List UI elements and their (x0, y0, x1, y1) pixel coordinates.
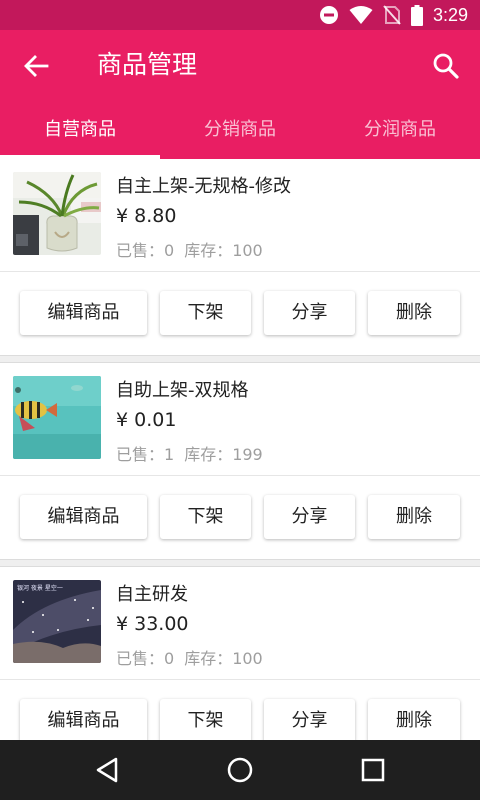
share-button[interactable]: 分享 (264, 495, 355, 539)
tab-distribution[interactable]: 分销商品 (160, 100, 320, 159)
share-button[interactable]: 分享 (264, 699, 355, 740)
sold-count: 已售：0 (116, 649, 175, 668)
product-info[interactable]: 自助上架-双规格 ¥ 0.01 已售：1 库存：199 (0, 363, 480, 476)
product-thumbnail (13, 376, 101, 459)
product-stats: 已售：0 库存：100 (116, 237, 263, 261)
product-actions: 编辑商品 下架 分享 删除 (0, 680, 480, 740)
back-button[interactable] (20, 50, 52, 82)
product-list[interactable]: 自主上架-无规格-修改 ¥ 8.80 已售：0 库存：100 编辑商品 下架 分享… (0, 159, 480, 740)
fish-photo (13, 376, 101, 459)
product-actions: 编辑商品 下架 分享 删除 (0, 272, 480, 355)
product-name: 自主研发 (116, 584, 188, 605)
delete-button[interactable]: 删除 (368, 495, 460, 539)
product-info[interactable]: 自主上架-无规格-修改 ¥ 8.80 已售：0 库存：100 (0, 159, 480, 272)
product-name: 自助上架-双规格 (116, 380, 249, 401)
recents-square-icon (361, 758, 385, 782)
delete-button[interactable]: 删除 (368, 699, 460, 740)
stock-count: 库存：100 (184, 649, 263, 668)
plant-photo (13, 172, 101, 255)
product-name: 自主上架-无规格-修改 (116, 176, 291, 197)
stock-count: 库存：199 (184, 445, 263, 464)
app-bar: 商品管理 (0, 30, 480, 100)
tab-bar: 自营商品 分销商品 分润商品 (0, 100, 480, 159)
system-nav-bar (0, 740, 480, 800)
unlist-button[interactable]: 下架 (160, 495, 251, 539)
status-time: 3:29 (432, 4, 468, 25)
product-thumbnail: 银河 夜景 星空一 (13, 580, 101, 663)
product-price: ¥ 33.00 (116, 613, 189, 635)
product-thumbnail (13, 172, 101, 255)
stock-count: 库存：100 (184, 241, 263, 260)
product-card: 自主上架-无规格-修改 ¥ 8.80 已售：0 库存：100 编辑商品 下架 分享… (0, 159, 480, 356)
product-price: ¥ 0.01 (116, 409, 177, 431)
arrow-left-icon (24, 55, 49, 77)
back-triangle-icon (96, 757, 118, 783)
edit-product-button[interactable]: 编辑商品 (20, 291, 147, 335)
edit-product-button[interactable]: 编辑商品 (20, 495, 147, 539)
thumb-caption: 银河 夜景 星空一 (17, 584, 63, 592)
unlist-button[interactable]: 下架 (160, 699, 251, 740)
battery-icon (410, 4, 423, 26)
product-stats: 已售：0 库存：100 (116, 645, 263, 669)
nav-recents-button[interactable] (356, 754, 390, 786)
share-button[interactable]: 分享 (264, 291, 355, 335)
nav-home-button[interactable] (223, 754, 257, 786)
delete-button[interactable]: 删除 (368, 291, 460, 335)
search-button[interactable] (430, 50, 462, 82)
product-card: 自助上架-双规格 ¥ 0.01 已售：1 库存：199 编辑商品 下架 分享 删除 (0, 362, 480, 560)
nav-back-button[interactable] (91, 754, 125, 786)
do-not-disturb-icon (319, 6, 338, 24)
no-sim-icon (383, 5, 401, 25)
status-icons: 3:29 (319, 0, 468, 30)
tab-profit-share[interactable]: 分润商品 (320, 100, 480, 159)
product-stats: 已售：1 库存：199 (116, 441, 263, 465)
tab-self-operated[interactable]: 自营商品 (0, 100, 160, 159)
search-icon (433, 53, 459, 79)
sold-count: 已售：0 (116, 241, 175, 260)
edit-product-button[interactable]: 编辑商品 (20, 699, 147, 740)
wifi-icon (349, 6, 373, 24)
product-actions: 编辑商品 下架 分享 删除 (0, 476, 480, 559)
sold-count: 已售：1 (116, 445, 175, 464)
product-price: ¥ 8.80 (116, 205, 177, 227)
unlist-button[interactable]: 下架 (160, 291, 251, 335)
status-bar: 3:29 (0, 0, 480, 30)
page-title: 商品管理 (97, 51, 198, 79)
product-card: 银河 夜景 星空一 自主研发 ¥ 33.00 已售：0 库存：100 编辑商品 下… (0, 566, 480, 740)
night-sky-photo: 银河 夜景 星空一 (13, 580, 101, 663)
product-info[interactable]: 银河 夜景 星空一 自主研发 ¥ 33.00 已售：0 库存：100 (0, 567, 480, 680)
home-circle-icon (227, 757, 253, 783)
